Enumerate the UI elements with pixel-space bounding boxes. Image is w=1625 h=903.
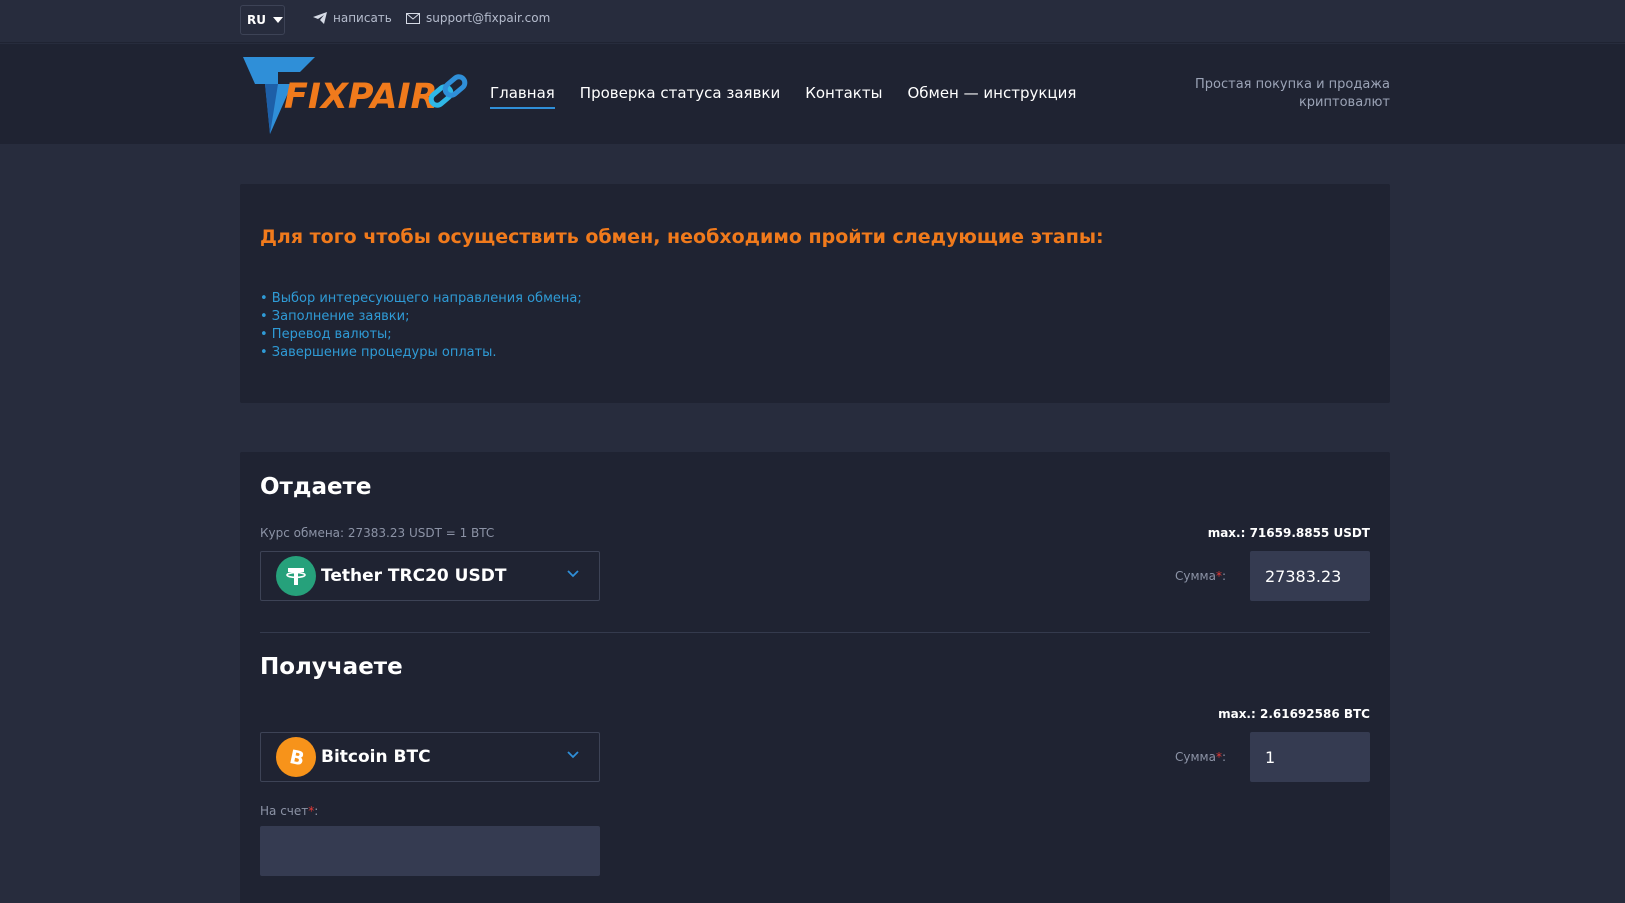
- tagline: Простая покупка и продажа криптовалют: [1180, 76, 1390, 112]
- telegram-link-label: написать: [333, 11, 392, 25]
- telegram-icon: [313, 12, 327, 24]
- colon: :: [314, 804, 319, 818]
- steps-list: • Выбор интересующего направления обмена…: [260, 290, 582, 362]
- give-currency-select[interactable]: Tether TRC20 USDT: [260, 551, 600, 601]
- account-label-text: На счет: [260, 804, 309, 818]
- list-item: • Перевод валюты;: [260, 327, 392, 342]
- nav-item-instructions[interactable]: Обмен — инструкция: [907, 84, 1076, 109]
- chevron-down-icon: [567, 570, 579, 578]
- receive-amount-input[interactable]: [1250, 732, 1370, 782]
- exchange-rate: Курс обмена: 27383.23 USDT = 1 BTC: [260, 526, 495, 540]
- list-item: • Заполнение заявки;: [260, 309, 410, 324]
- receive-currency-select[interactable]: B Bitcoin BTC: [260, 732, 600, 782]
- svg-text:B: B: [288, 746, 307, 769]
- give-amount-input[interactable]: [1250, 551, 1370, 601]
- receive-sum-label-text: Сумма: [1175, 750, 1216, 764]
- email-link[interactable]: support@fixpair.com: [406, 11, 550, 25]
- fixpair-logo[interactable]: FIXPAIR: [240, 54, 472, 136]
- account-label: На счет*:: [260, 804, 318, 818]
- colon: :: [1221, 750, 1226, 764]
- receive-title: Получаете: [260, 654, 403, 680]
- chevron-down-icon: [567, 751, 579, 759]
- telegram-link[interactable]: написать: [313, 11, 392, 25]
- receive-max: max.: 2.61692586 BTC: [1218, 707, 1370, 721]
- give-max: max.: 71659.8855 USDT: [1207, 526, 1370, 540]
- receive-currency-label: Bitcoin BTC: [321, 747, 431, 767]
- nav-item-contacts[interactable]: Контакты: [805, 84, 882, 109]
- logo-text: FIXPAIR: [284, 77, 437, 117]
- give-currency-label: Tether TRC20 USDT: [321, 566, 507, 586]
- give-title: Отдаете: [260, 474, 372, 500]
- language-label: RU: [247, 13, 266, 27]
- colon: :: [1221, 569, 1226, 583]
- steps-card: Для того чтобы осуществить обмен, необхо…: [240, 184, 1390, 403]
- top-bar: RU написать support@fixpair.com: [0, 0, 1625, 43]
- tether-icon: [276, 556, 316, 596]
- bitcoin-icon: B: [276, 737, 316, 777]
- receive-sum-label: Сумма*:: [1175, 750, 1226, 764]
- language-selector[interactable]: RU: [240, 5, 285, 35]
- account-input[interactable]: [260, 826, 600, 876]
- give-sum-label: Сумма*:: [1175, 569, 1226, 583]
- list-item: • Завершение процедуры оплаты.: [260, 345, 497, 360]
- steps-title: Для того чтобы осуществить обмен, необхо…: [260, 226, 1104, 248]
- give-sum-label-text: Сумма: [1175, 569, 1216, 583]
- list-item: • Выбор интересующего направления обмена…: [260, 291, 582, 306]
- nav-item-status-check[interactable]: Проверка статуса заявки: [580, 84, 780, 109]
- email-link-label: support@fixpair.com: [426, 11, 551, 25]
- tagline-line-1: Простая покупка и продажа: [1195, 77, 1390, 92]
- caret-down-icon: [272, 17, 283, 23]
- nav-item-home[interactable]: Главная: [490, 84, 555, 109]
- mail-icon: [406, 12, 420, 24]
- main-nav: Главная Проверка статуса заявки Контакты…: [490, 84, 1101, 109]
- divider: [260, 632, 1370, 633]
- exchange-card: Отдаете Курс обмена: 27383.23 USDT = 1 B…: [240, 452, 1390, 903]
- tagline-line-2: криптовалют: [1298, 95, 1390, 110]
